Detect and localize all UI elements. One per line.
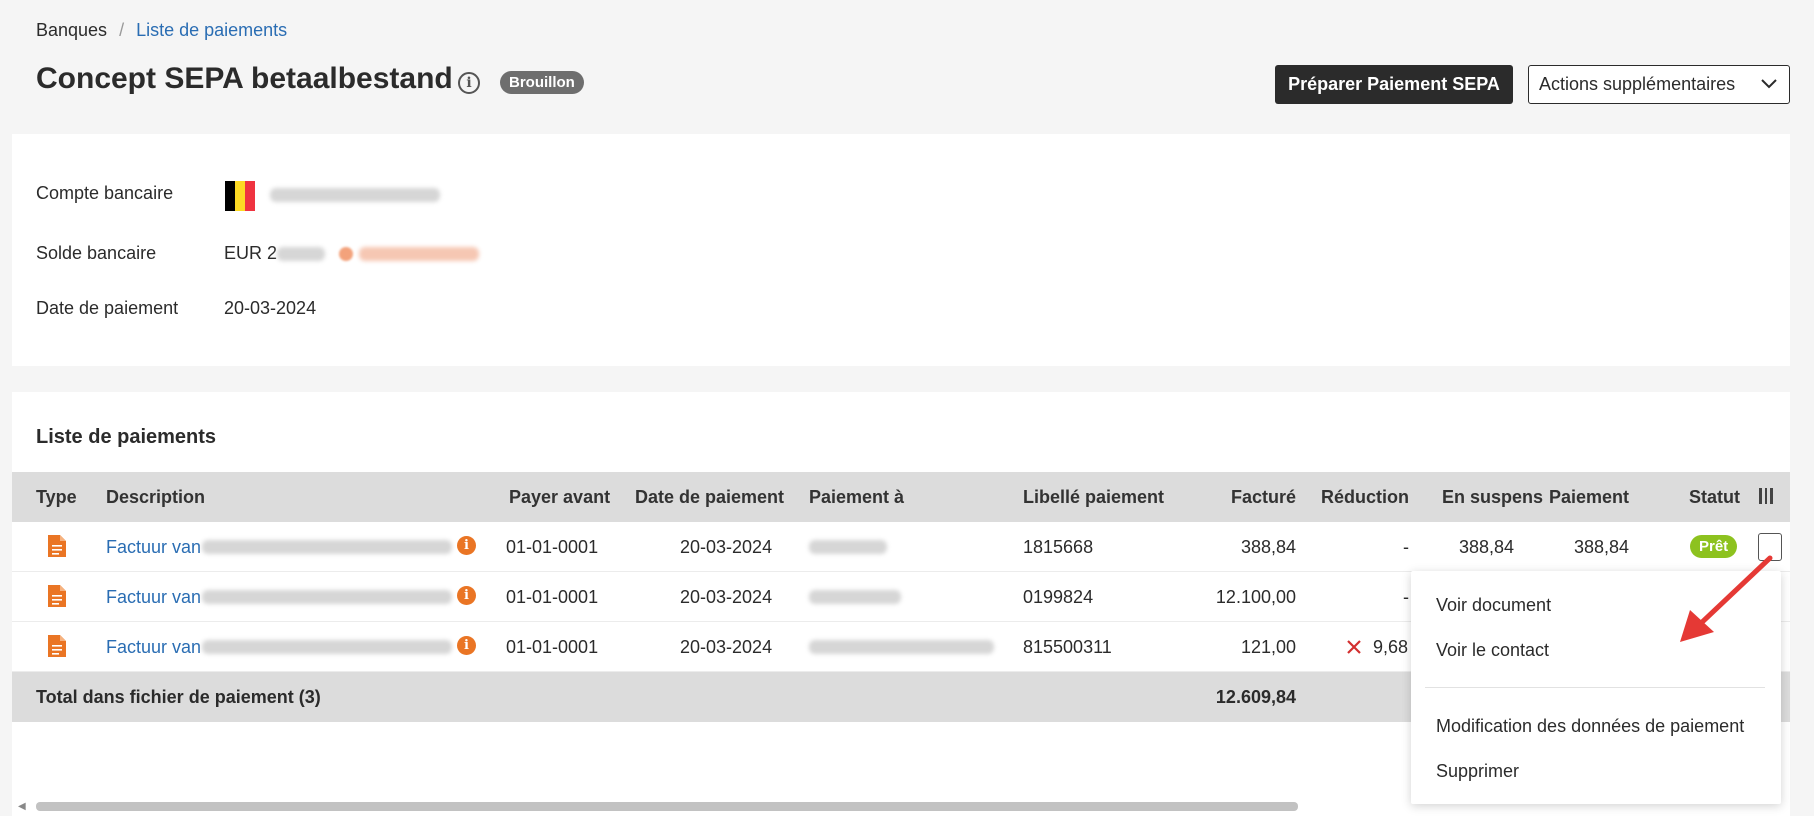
col-payment-date[interactable]: Date de paiement: [635, 487, 784, 508]
row-info-icon[interactable]: i: [457, 536, 476, 555]
prepare-sepa-button[interactable]: Préparer Paiement SEPA: [1275, 65, 1513, 104]
account-info-card: Compte bancaire Solde bancaire EUR 2 Dat…: [12, 134, 1790, 366]
payment-cell: 388,84: [1573, 537, 1629, 557]
pay-before-cell: 01-01-0001: [506, 537, 599, 557]
col-description[interactable]: Description: [106, 487, 205, 508]
annotation-arrow-icon: [1680, 555, 1773, 642]
table-row: Factuur van i 01-01-0001 20-03-2024 1815…: [12, 522, 1790, 572]
document-icon[interactable]: [47, 534, 67, 558]
invoiced-cell: 12.100,00: [1215, 587, 1296, 607]
belgium-flag-icon: [225, 181, 255, 211]
document-icon[interactable]: [47, 634, 67, 658]
more-actions-label: Actions supplémentaires: [1539, 74, 1736, 94]
total-label: Total dans fichier de paiement (3): [36, 687, 321, 707]
col-invoiced[interactable]: Facturé: [1212, 487, 1296, 508]
invoiced-cell: 388,84: [1240, 537, 1296, 557]
discount-cell: -: [1403, 537, 1409, 557]
col-type[interactable]: Type: [36, 487, 77, 508]
payee-redacted: [809, 640, 994, 654]
description-redacted: [202, 590, 452, 604]
col-pending[interactable]: En suspens: [1442, 487, 1543, 508]
breadcrumb-separator: /: [119, 20, 125, 40]
col-pay-before[interactable]: Payer avant: [509, 487, 610, 508]
row-info-icon[interactable]: i: [457, 586, 476, 605]
more-actions-button[interactable]: Actions supplémentaires: [1528, 65, 1790, 104]
description-link[interactable]: Factuur van: [106, 587, 201, 608]
date-label: Date de paiement: [36, 298, 179, 318]
date-value: 20-03-2024: [224, 298, 317, 318]
menu-item-view-document[interactable]: Voir document: [1436, 595, 1551, 616]
description-redacted: [202, 540, 452, 554]
breadcrumb-banques[interactable]: Banques: [36, 20, 107, 41]
breadcrumb-current[interactable]: Liste de paiements: [136, 20, 287, 41]
payment-label-cell: 1815668: [1023, 537, 1094, 557]
pending-cell: 388,84: [1458, 537, 1514, 557]
pay-before-cell: 01-01-0001: [506, 637, 599, 657]
payment-label-cell: 0199824: [1023, 587, 1094, 607]
description-link[interactable]: Factuur van: [106, 537, 201, 558]
account-label: Compte bancaire: [36, 183, 174, 203]
col-payment[interactable]: Paiement: [1532, 487, 1629, 508]
col-payment-to[interactable]: Paiement à: [809, 487, 904, 508]
payment-date-cell: 20-03-2024: [680, 637, 773, 657]
chevron-down-icon: [1761, 79, 1777, 89]
horizontal-scrollbar[interactable]: [36, 802, 1298, 811]
discount-cell: -: [1403, 587, 1409, 607]
payment-date-cell: 20-03-2024: [680, 537, 773, 557]
balance-warning-redacted: [359, 247, 480, 262]
balance-prefix: EUR 2: [224, 243, 278, 263]
payment-date-cell: 20-03-2024: [680, 587, 773, 607]
balance-value: EUR 2: [224, 243, 480, 264]
document-icon[interactable]: [47, 584, 67, 608]
description-link[interactable]: Factuur van: [106, 637, 201, 658]
payment-label-cell: 815500311: [1023, 637, 1112, 657]
balance-amount-redacted: [277, 247, 326, 262]
scroll-left-icon[interactable]: ◀: [18, 801, 26, 812]
payee-redacted: [809, 540, 887, 554]
info-icon[interactable]: i: [458, 72, 480, 94]
pay-before-cell: 01-01-0001: [506, 587, 599, 607]
table-header: Type Description Payer avant Date de pai…: [12, 472, 1790, 522]
menu-item-delete[interactable]: Supprimer: [1436, 761, 1519, 782]
close-icon: [1347, 640, 1361, 654]
col-discount[interactable]: Réduction: [1312, 487, 1409, 508]
col-payment-label[interactable]: Libellé paiement: [1023, 487, 1164, 508]
menu-item-view-contact[interactable]: Voir le contact: [1436, 640, 1549, 661]
row-info-icon[interactable]: i: [457, 636, 476, 655]
invoiced-cell: 121,00: [1240, 637, 1296, 657]
section-title: Liste de paiements: [36, 426, 217, 448]
menu-item-edit-payment-data[interactable]: Modification des données de paiement: [1436, 716, 1744, 737]
col-status[interactable]: Statut: [1689, 487, 1743, 508]
payee-redacted: [809, 590, 901, 604]
total-invoiced: 12.609,84: [1215, 687, 1296, 707]
description-redacted: [202, 640, 452, 654]
column-settings-icon[interactable]: [1759, 488, 1774, 504]
balance-label: Solde bancaire: [36, 243, 157, 263]
account-number-redacted: [270, 188, 440, 202]
breadcrumb: Banques / Liste de paiements: [36, 20, 287, 41]
page-title: Concept SEPA betaalbestand: [36, 62, 453, 95]
menu-divider: [1425, 687, 1765, 688]
warning-icon: [339, 247, 354, 262]
discount-cell: 9,68: [1373, 637, 1409, 657]
status-badge: Brouillon: [500, 71, 584, 94]
